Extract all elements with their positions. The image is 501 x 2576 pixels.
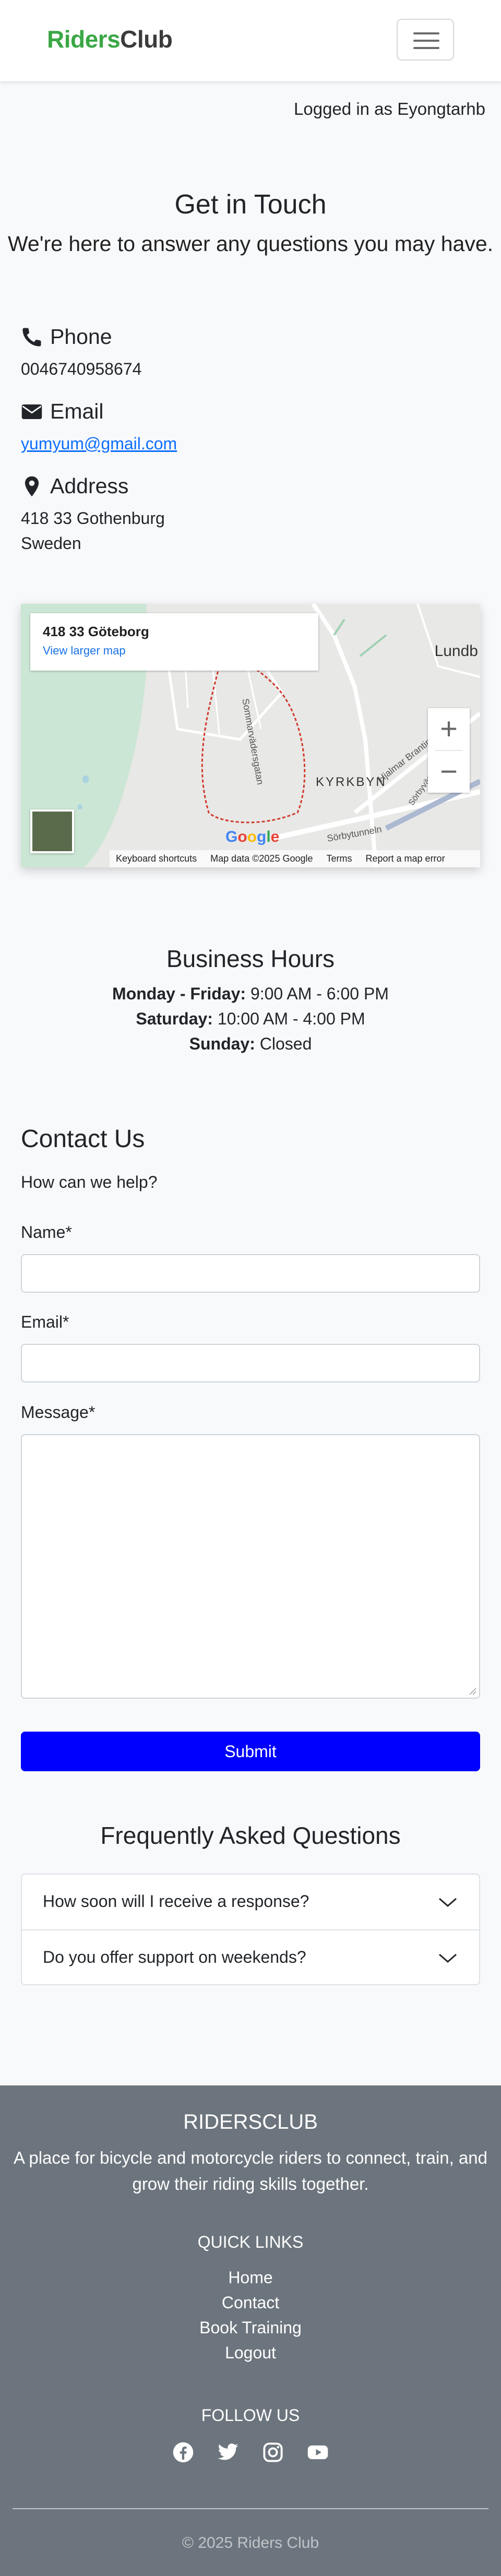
- map-place-card: 418 33 Göteborg View larger map: [30, 613, 318, 671]
- phone-icon: [21, 326, 43, 348]
- youtube-icon[interactable]: [307, 2441, 329, 2463]
- logged-in-status: Logged in as Eyongtarhb: [294, 99, 485, 118]
- resize-handle-icon[interactable]: [468, 1686, 477, 1696]
- submit-button[interactable]: Submit: [21, 1732, 480, 1771]
- map-data-attribution: Map data ©2025 Google: [210, 853, 313, 864]
- email-label: Email: [50, 399, 104, 423]
- map-city-label: Lundb: [434, 642, 478, 660]
- footer-description: A place for bicycle and motorcycle rider…: [14, 2148, 487, 2193]
- report-map-error-link[interactable]: Report a map error: [366, 853, 445, 864]
- zoom-in-button[interactable]: +: [428, 708, 470, 750]
- envelope-icon: [21, 401, 43, 423]
- business-hours-row: Saturday: 10:00 AM - 4:00 PM: [136, 1009, 365, 1028]
- satellite-toggle-button[interactable]: [30, 809, 74, 853]
- message-label: Message*: [21, 1403, 96, 1422]
- address-line1: 418 33 Gothenburg: [21, 509, 165, 528]
- business-hours-title: Business Hours: [166, 945, 335, 972]
- page-title: Get in Touch: [174, 189, 327, 220]
- email-block: Email yumyum@gmail.com: [21, 399, 177, 456]
- email-link[interactable]: yumyum@gmail.com: [21, 434, 177, 453]
- facebook-icon[interactable]: [172, 2441, 194, 2463]
- instagram-icon[interactable]: [262, 2441, 284, 2463]
- hamburger-icon: [413, 32, 439, 34]
- phone-label: Phone: [50, 325, 112, 349]
- faq-accordion: How soon will I receive a response? Do y…: [21, 1874, 480, 1985]
- footer-link-home[interactable]: Home: [0, 2268, 501, 2287]
- page-subtitle: We're here to answer any questions you m…: [7, 232, 494, 256]
- twitter-icon[interactable]: [217, 2441, 239, 2463]
- faq-item[interactable]: How soon will I receive a response?: [22, 1875, 479, 1929]
- chevron-down-icon: [439, 1898, 457, 1907]
- phone-value: 0046740958674: [21, 360, 142, 378]
- site-footer: RIDERSCLUB A place for bicycle and motor…: [0, 2085, 501, 2576]
- name-field[interactable]: [21, 1254, 480, 1293]
- brand-logo[interactable]: RidersClub: [47, 25, 173, 53]
- faq-question: How soon will I receive a response?: [43, 1892, 309, 1911]
- view-larger-map-link[interactable]: View larger map: [43, 644, 306, 658]
- menu-toggle-button[interactable]: [397, 19, 454, 61]
- copyright: © 2025 Riders Club: [182, 2534, 319, 2551]
- email-field[interactable]: [21, 1344, 480, 1382]
- map-footer: Keyboard shortcuts Map data ©2025 Google…: [110, 850, 480, 867]
- keyboard-shortcuts-link[interactable]: Keyboard shortcuts: [116, 853, 197, 864]
- map-area-label: KYRKBYN: [316, 775, 387, 789]
- navbar: RidersClub: [0, 0, 501, 81]
- faq-title: Frequently Asked Questions: [100, 1822, 401, 1849]
- quick-links-title: QUICK LINKS: [197, 2233, 304, 2251]
- footer-link-contact[interactable]: Contact: [0, 2293, 501, 2312]
- map-place-name: 418 33 Göteborg: [43, 624, 149, 639]
- brand-part-riders: Riders: [47, 26, 121, 53]
- google-logo: Google: [225, 828, 280, 845]
- footer-divider: [13, 2508, 488, 2509]
- chevron-down-icon: [439, 1953, 457, 1963]
- phone-block: Phone 0046740958674: [21, 325, 141, 381]
- footer-brand: RIDERSCLUB: [183, 2110, 318, 2133]
- name-label: Name*: [21, 1223, 72, 1242]
- footer-link-book-training[interactable]: Book Training: [0, 2318, 501, 2338]
- contact-us-subtitle: How can we help?: [21, 1173, 158, 1191]
- business-hours-row: Sunday: Closed: [189, 1034, 312, 1053]
- business-hours-row: Monday - Friday: 9:00 AM - 6:00 PM: [112, 984, 389, 1003]
- map-terms-link[interactable]: Terms: [327, 853, 352, 864]
- zoom-out-button[interactable]: −: [428, 751, 470, 793]
- footer-link-logout[interactable]: Logout: [0, 2343, 501, 2363]
- map-marker-icon: [21, 475, 43, 497]
- email-field-label: Email*: [21, 1313, 69, 1331]
- address-block: Address 418 33 Gothenburg Sweden: [21, 474, 165, 556]
- follow-us-title: FOLLOW US: [201, 2406, 300, 2425]
- message-textarea[interactable]: [21, 1434, 480, 1699]
- map-zoom-controls: + −: [428, 708, 470, 793]
- brand-part-club: Club: [120, 26, 173, 53]
- address-line2: Sweden: [21, 534, 81, 553]
- address-label: Address: [50, 474, 129, 498]
- faq-item[interactable]: Do you offer support on weekends?: [22, 1930, 479, 1985]
- contact-us-title: Contact Us: [21, 1125, 145, 1153]
- social-links: [0, 2441, 501, 2463]
- embedded-map[interactable]: 418 33 Göteborg View larger map Lundb KY…: [21, 604, 480, 867]
- faq-question: Do you offer support on weekends?: [43, 1948, 306, 1966]
